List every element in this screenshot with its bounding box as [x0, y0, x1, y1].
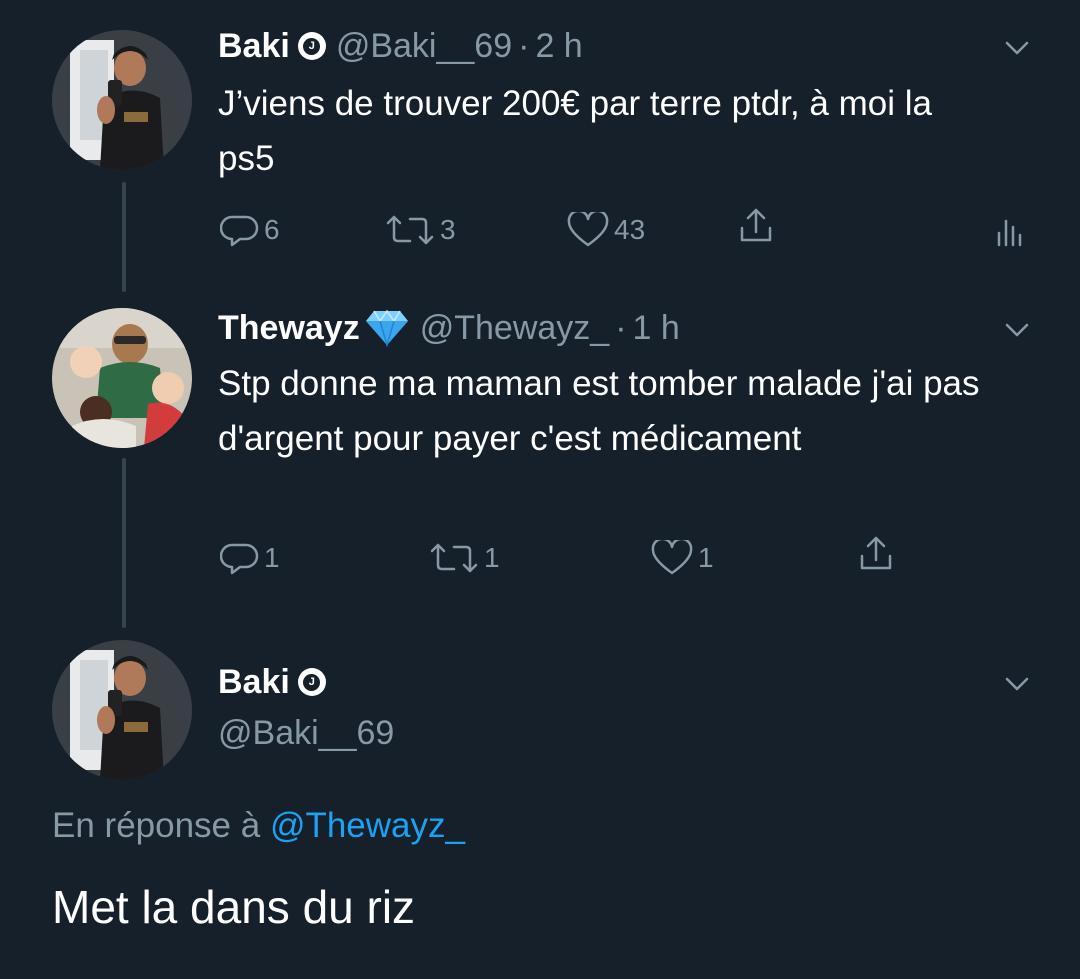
tweet-text: Stp donne ma maman est tomber malade j'a…	[218, 364, 980, 458]
avatar[interactable]	[52, 30, 192, 170]
tweet-text: J’viens de trouver 200€ par terre ptdr, …	[218, 84, 932, 178]
like-count: 1	[698, 542, 714, 573]
like-button[interactable]: 1	[650, 538, 714, 578]
timestamp[interactable]: 1 h	[633, 309, 680, 348]
retweet-count: 3	[440, 214, 456, 245]
diamond-emoji-icon	[364, 309, 410, 347]
retweet-button[interactable]: 3	[384, 210, 456, 250]
reply-to-link[interactable]: @Thewayz_	[270, 806, 465, 845]
thread-connector	[122, 182, 126, 292]
share-icon	[740, 208, 772, 242]
reply-button[interactable]: 1	[220, 538, 280, 578]
heart-icon	[651, 540, 693, 575]
display-name[interactable]: Baki	[218, 663, 290, 702]
display-name[interactable]: Baki	[218, 27, 290, 66]
chevron-down-icon[interactable]	[1000, 666, 1034, 700]
reply-context-prefix: En réponse à	[52, 806, 270, 845]
tweet-header: Baki J @Baki__69 · 2 h	[218, 24, 583, 68]
retweet-icon	[430, 543, 478, 573]
reply-icon	[220, 215, 259, 247]
user-handle[interactable]: @Baki__69	[336, 27, 512, 66]
share-button[interactable]	[736, 206, 780, 246]
tweet-header: Thewayz @Thewayz_ · 1 h	[218, 306, 680, 350]
reply-icon	[220, 543, 259, 575]
timestamp[interactable]: 2 h	[535, 27, 582, 66]
user-handle[interactable]: @Thewayz_	[420, 309, 609, 348]
chevron-down-icon[interactable]	[1000, 30, 1034, 64]
share-button[interactable]	[856, 534, 900, 574]
chevron-down-icon[interactable]	[1000, 312, 1034, 346]
retweet-button[interactable]: 1	[428, 538, 500, 578]
reply-button[interactable]: 6	[220, 210, 280, 250]
reply-context: En réponse à @Thewayz_	[52, 806, 465, 846]
verified-badge-icon: J	[297, 668, 326, 696]
reply-count: 1	[264, 542, 280, 573]
thread-connector	[122, 458, 126, 628]
avatar[interactable]	[52, 640, 192, 780]
tweet-header: Baki J	[218, 660, 336, 704]
heart-icon	[567, 212, 609, 247]
analytics-button[interactable]	[994, 212, 1028, 252]
retweet-icon	[386, 215, 434, 245]
verified-badge-icon: J	[297, 32, 326, 60]
like-count: 43	[614, 214, 646, 245]
analytics-icon	[997, 219, 1022, 247]
retweet-count: 1	[484, 542, 500, 573]
display-name[interactable]: Thewayz	[218, 309, 360, 348]
user-handle[interactable]: @Baki__69	[218, 714, 394, 753]
separator-dot: ·	[518, 26, 530, 65]
like-button[interactable]: 43	[566, 210, 645, 250]
share-icon	[860, 536, 892, 570]
reply-count: 6	[264, 214, 280, 245]
avatar[interactable]	[52, 308, 192, 448]
separator-dot: ·	[615, 308, 627, 347]
tweet-text: Met la dans du riz	[52, 881, 416, 933]
